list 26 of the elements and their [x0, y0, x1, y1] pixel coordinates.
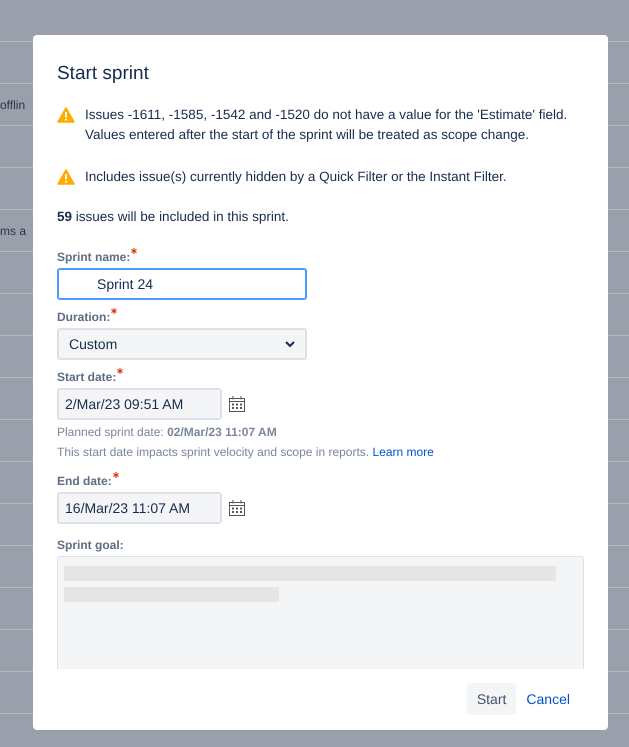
field-label: Sprint name: [57, 250, 584, 264]
background-text: ms a [0, 224, 26, 238]
help-text: This start date impacts sprint velocity and scope in reports. Learn more [57, 444, 435, 460]
warning-icon [57, 107, 75, 123]
field-label: Sprint goal: [57, 538, 125, 552]
issue-count-text: 59 issues will be included in this sprint. [57, 209, 290, 224]
learn-more-link[interactable]: Learn more [372, 445, 434, 459]
start-button[interactable]: Start [466, 683, 516, 715]
duration-dropdown[interactable]: Custom [57, 328, 307, 360]
field-label: End date: [57, 474, 584, 488]
dialog-title: Start sprint [57, 63, 150, 85]
cancel-link[interactable]: Cancel [522, 683, 574, 715]
calendar-icon[interactable] [228, 395, 246, 413]
warning-message: Includes issue(s) currently hidden by a Quick Filter or the Instant Filter. [85, 168, 507, 186]
chevron-down-icon [285, 340, 295, 348]
field-label: Start date: [57, 370, 584, 384]
field-label: Duration: [57, 310, 584, 324]
date-field[interactable]: 2/Mar/23 09:51 AM [57, 388, 222, 420]
planned-date-text: Planned sprint date: 02/Mar/23 11:07 AM [57, 424, 278, 440]
background-text: offlin [0, 98, 26, 112]
calendar-icon[interactable] [228, 499, 246, 517]
warning-icon [57, 169, 75, 185]
sprint-goal-field[interactable] [57, 556, 584, 669]
sprint-name-field[interactable]: Sprint 24 [57, 268, 307, 300]
warning-message: Issues -1611, -1585, -1542 and -1520 do not have a value for the 'Estimate' field. Values entered after the start of the sprint will be treated as scope change. [85, 106, 568, 144]
date-field[interactable]: 16/Mar/23 11:07 AM [57, 492, 222, 524]
